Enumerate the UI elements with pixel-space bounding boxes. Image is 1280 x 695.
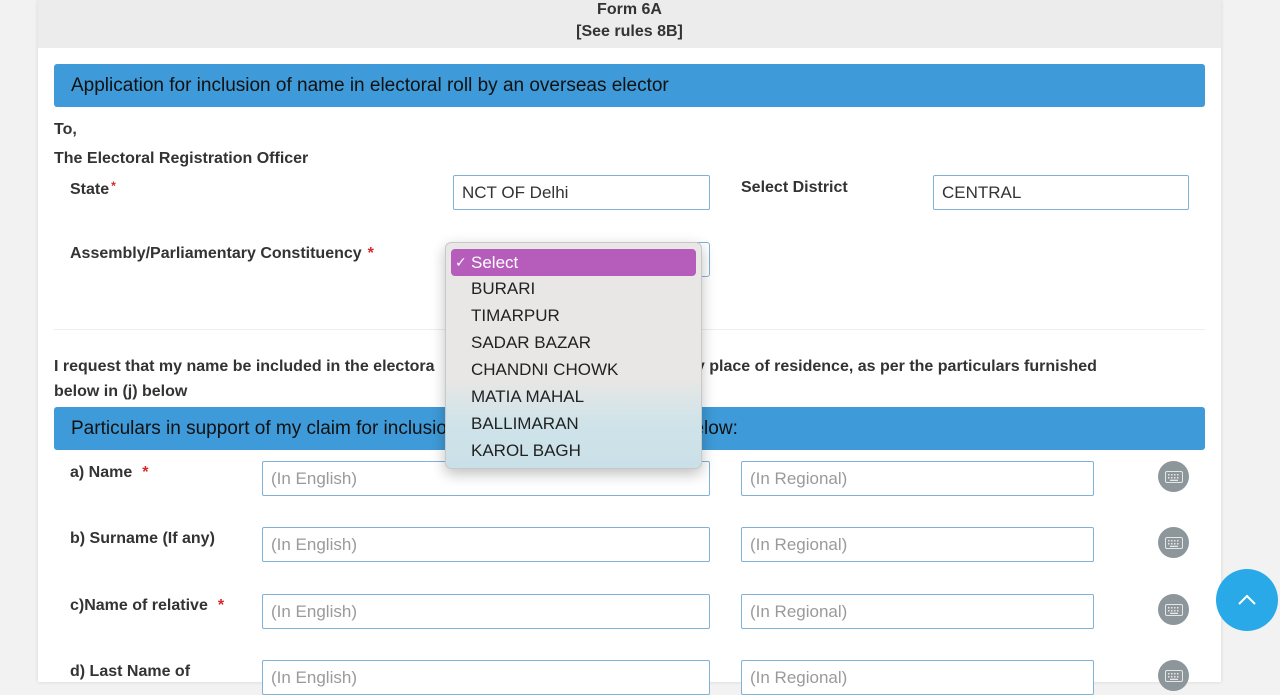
scroll-top-button[interactable] (1216, 569, 1278, 631)
surname-label: b) Surname (If any) (70, 530, 215, 547)
name-label-text: a) Name (70, 464, 133, 481)
relative-english-input[interactable] (262, 594, 710, 629)
keyboard-icon[interactable] (1158, 461, 1189, 492)
surname-english-input[interactable] (262, 527, 710, 562)
chevron-up-icon (1238, 594, 1256, 605)
relative-name-label: c)Name of relative * (70, 597, 224, 615)
relative-name-label-text: c)Name of relative (70, 597, 208, 614)
dropdown-option-matia-mahal[interactable]: MATIA MAHAL (471, 383, 584, 410)
surname-regional-input[interactable] (741, 527, 1094, 562)
application-header-bar: Application for inclusion of name in ele… (54, 64, 1205, 107)
form-header: Form 6A [See rules 8B] (38, 0, 1221, 48)
request-text-line2: below in (j) below (54, 383, 188, 400)
dropdown-option-select[interactable]: ✓ Select (451, 249, 696, 276)
keyboard-icon[interactable] (1158, 594, 1189, 625)
checkmark-icon: ✓ (455, 254, 467, 270)
request-text-right: ch my place of residence, as per the par… (658, 358, 1097, 375)
relative-regional-input[interactable] (741, 594, 1094, 629)
particulars-text-left: Particulars in support of my claim for i… (71, 418, 447, 439)
required-marker: * (111, 179, 116, 193)
last-name-regional-input[interactable] (741, 660, 1094, 695)
state-label-text: State (70, 181, 110, 198)
officer-label: The Electoral Registration Officer (54, 150, 309, 167)
state-label: State * (70, 179, 116, 199)
constituency-label: Assembly/Parliamentary Constituency * (70, 245, 374, 263)
dropdown-option-chandni-chowk[interactable]: CHANDNI CHOWK (471, 356, 618, 383)
name-regional-input[interactable] (741, 461, 1094, 496)
constituency-dropdown[interactable]: ✓ Select BURARI TIMARPUR SADAR BAZAR CHAN… (445, 242, 702, 469)
form-subtitle: [See rules 8B] (576, 23, 683, 40)
district-label: Select District (741, 179, 848, 196)
required-marker: * (217, 597, 225, 614)
keyboard-icon[interactable] (1158, 660, 1189, 691)
state-field[interactable] (453, 175, 710, 210)
request-text-left: I request that my name be included in th… (54, 358, 435, 375)
dropdown-option-karol-bagh[interactable]: KAROL BAGH (471, 437, 581, 464)
district-field[interactable] (933, 175, 1189, 210)
last-name-label: d) Last Name of (70, 663, 191, 680)
constituency-label-text: Assembly/Parliamentary Constituency (70, 245, 362, 262)
dropdown-option-sadar-bazar[interactable]: SADAR BAZAR (471, 329, 591, 356)
required-marker: * (367, 245, 374, 262)
required-marker: * (142, 464, 149, 481)
to-label: To, (54, 121, 77, 138)
option-label: Select (471, 253, 519, 272)
keyboard-icon[interactable] (1158, 527, 1189, 558)
dropdown-option-timarpur[interactable]: TIMARPUR (471, 302, 560, 329)
dropdown-option-ballimaran[interactable]: BALLIMARAN (471, 410, 579, 437)
last-name-english-input[interactable] (262, 660, 710, 695)
form-title: Form 6A (597, 1, 662, 18)
dropdown-option-burari[interactable]: BURARI (471, 275, 535, 302)
name-label: a) Name * (70, 464, 148, 482)
